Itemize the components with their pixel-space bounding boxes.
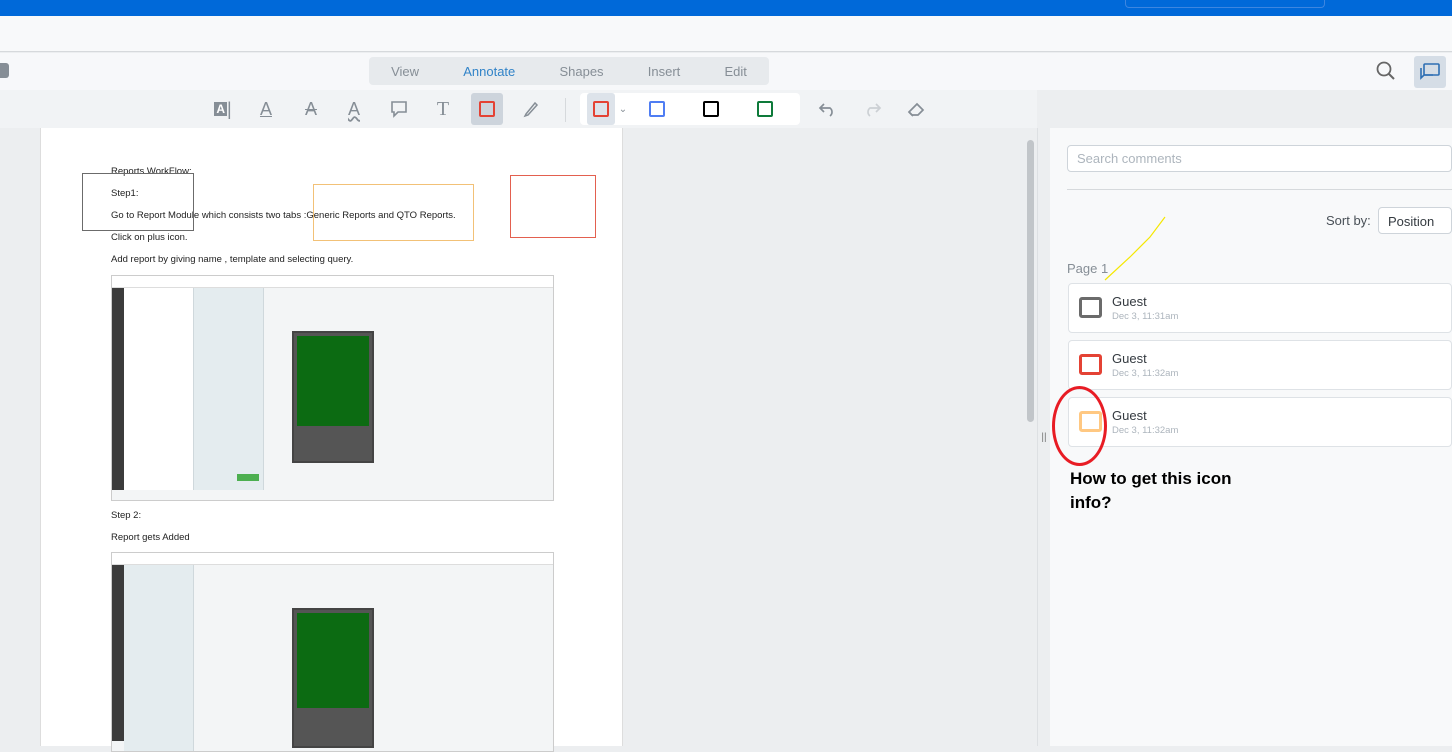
ribbon-tabs: View Annotate Shapes Insert Edit [369, 57, 769, 85]
comment-author: Guest [1112, 351, 1147, 366]
comment-item[interactable]: Guest Dec 3, 11:31am [1068, 283, 1452, 333]
chevron-down-icon[interactable]: ⌄ [613, 93, 633, 125]
comment-item[interactable]: Guest Dec 3, 11:32am [1068, 397, 1452, 447]
tab-insert[interactable]: Insert [648, 64, 681, 79]
callout-text: How to get this icon info? [1070, 467, 1232, 515]
free-text-icon[interactable]: A | [207, 93, 239, 125]
save-icon[interactable] [0, 63, 9, 78]
divider [565, 98, 566, 122]
rectangle-icon[interactable] [471, 93, 503, 125]
search-comments-input[interactable] [1067, 145, 1452, 172]
panel-resize-handle[interactable]: || [1037, 128, 1050, 746]
squiggly-icon[interactable]: A [338, 93, 370, 125]
color-swatch-red-selected[interactable] [587, 93, 615, 125]
comment-author: Guest [1112, 408, 1147, 423]
sort-dropdown[interactable]: Position [1378, 207, 1452, 234]
comment-time: Dec 3, 11:32am [1112, 368, 1179, 379]
divider [1067, 189, 1452, 190]
tab-annotate[interactable]: Annotate [463, 64, 515, 79]
undo-icon[interactable] [812, 93, 844, 125]
scrollbar[interactable] [1027, 140, 1034, 422]
doc-text: Report gets Added [111, 532, 190, 543]
address-bar-area [0, 16, 1452, 52]
color-swatch-blue[interactable] [641, 93, 673, 125]
rectangle-annotation-gray[interactable] [82, 173, 194, 231]
color-swatch-green[interactable] [749, 93, 781, 125]
doc-text: Step 2: [111, 510, 142, 521]
pen-icon[interactable] [515, 93, 547, 125]
callout-line: info? [1070, 493, 1112, 512]
rectangle-annotation-icon [1079, 297, 1102, 318]
text-icon[interactable]: T [427, 93, 459, 125]
yellow-pen-stroke [1104, 216, 1166, 281]
comment-author: Guest [1112, 294, 1147, 309]
tab-edit[interactable]: Edit [724, 64, 746, 79]
doc-text: Add report by giving name , template and… [111, 254, 354, 265]
comment-time: Dec 3, 11:32am [1112, 425, 1179, 436]
sort-label: Sort by: [1326, 213, 1371, 228]
rectangle-annotation-red[interactable] [510, 175, 596, 238]
tab-shapes[interactable]: Shapes [559, 64, 603, 79]
highlight-circle [1052, 386, 1107, 466]
comment-item[interactable]: Guest Dec 3, 11:32am [1068, 340, 1452, 390]
color-swatch-black[interactable] [695, 93, 727, 125]
redo-icon[interactable] [856, 93, 888, 125]
embedded-screenshot-1 [111, 275, 554, 501]
comments-panel-toggle[interactable] [1414, 56, 1446, 88]
underline-icon[interactable]: A [250, 93, 282, 125]
document-page[interactable]: Reports WorkFlow: Step1: Go to Report Mo… [40, 128, 623, 752]
tab-view[interactable]: View [391, 64, 419, 79]
comment-icon[interactable] [383, 93, 415, 125]
rectangle-annotation-orange[interactable] [313, 184, 474, 241]
doc-text: Click on plus icon. [111, 232, 188, 243]
comment-time: Dec 3, 11:31am [1112, 311, 1179, 322]
browser-tab [1125, 0, 1325, 8]
embedded-screenshot-2 [111, 552, 554, 752]
search-icon[interactable] [1376, 61, 1396, 81]
rectangle-annotation-icon [1079, 354, 1102, 375]
strikeout-icon[interactable]: A [295, 93, 327, 125]
browser-top-bar [0, 0, 1452, 16]
callout-line: How to get this icon [1070, 469, 1232, 488]
comments-icon [1420, 63, 1440, 80]
page-label: Page 1 [1067, 261, 1109, 276]
eraser-icon[interactable] [900, 93, 932, 125]
